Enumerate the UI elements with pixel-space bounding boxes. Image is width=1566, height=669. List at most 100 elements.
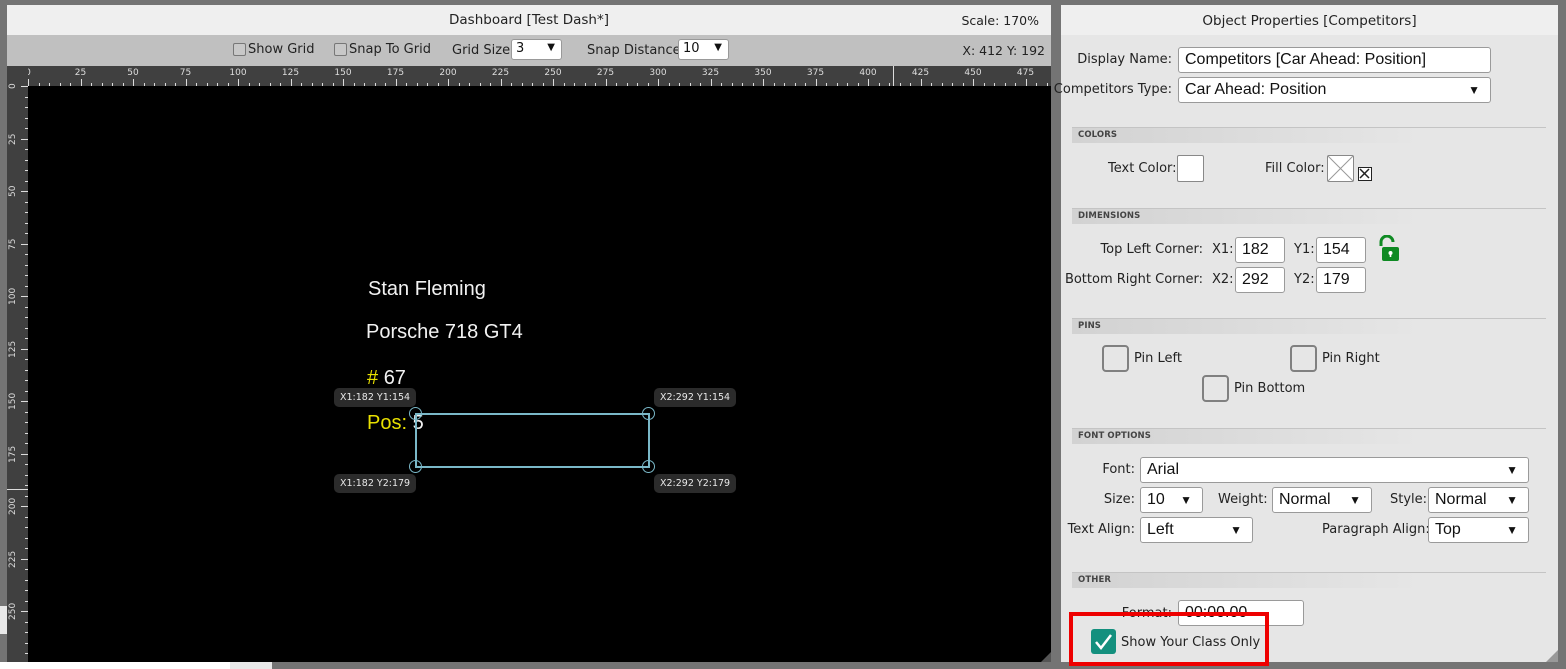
ruler-label: 400 <box>859 68 877 78</box>
unlocked-lock-icon[interactable] <box>1377 235 1403 263</box>
resize-handle-bottom-left[interactable] <box>409 460 422 473</box>
background-window-fragment <box>0 606 7 634</box>
ruler-tick <box>21 558 28 560</box>
ruler-label: 175 <box>386 68 405 78</box>
display-name-input[interactable]: Competitors [Car Ahead: Position] <box>1178 47 1491 73</box>
ruler-tick <box>80 79 82 86</box>
chevron-down-icon: ▼ <box>1468 83 1480 97</box>
y1-label: Y1: <box>1294 242 1315 257</box>
display-name-label: Display Name: <box>1077 52 1172 67</box>
ruler-tick <box>868 79 869 86</box>
show-grid-label: Show Grid <box>248 42 315 57</box>
y2-label: Y2: <box>1294 272 1315 287</box>
resize-handle-top-right[interactable] <box>642 407 655 420</box>
section-other: OTHER <box>1072 572 1546 588</box>
ruler-label: 350 <box>754 68 772 78</box>
x1-input[interactable]: 182 <box>1235 237 1285 263</box>
text-color-swatch[interactable] <box>1177 155 1204 182</box>
ruler-label: 475 <box>1016 68 1035 78</box>
paragraph-align-value: Top <box>1435 521 1461 538</box>
ruler-tick <box>21 191 28 192</box>
style-select[interactable]: Normal ▼ <box>1428 487 1529 513</box>
top-left-corner-label: Top Left Corner: <box>1100 242 1203 257</box>
snap-to-grid-box[interactable] <box>334 43 347 56</box>
ruler-tick <box>395 79 397 86</box>
clear-x-icon <box>1359 168 1370 179</box>
ruler-label: 25 <box>74 68 87 78</box>
snap-to-grid-label: Snap To Grid <box>349 42 431 57</box>
chevron-down-icon: ▼ <box>1506 523 1518 537</box>
editor-title: Dashboard [Test Dash*] <box>449 12 609 28</box>
ruler-label: 175 <box>8 445 18 463</box>
ruler-label: 100 <box>8 287 18 305</box>
bottom-right-corner-label: Bottom Right Corner: <box>1064 272 1203 287</box>
pin-right-label: Pin Right <box>1322 351 1380 366</box>
ruler-tick <box>21 401 28 402</box>
y1-input[interactable]: 154 <box>1316 237 1366 263</box>
grid-size-select[interactable]: 3 ▼ <box>511 39 562 60</box>
pin-bottom-checkbox[interactable] <box>1202 375 1229 402</box>
ruler-cursor-indicator-x <box>893 66 895 86</box>
size-label: Size: <box>1103 492 1135 507</box>
resize-handle-top-left[interactable] <box>409 407 422 420</box>
size-select[interactable]: 10 ▼ <box>1140 487 1203 513</box>
chevron-down-icon: ▼ <box>1506 493 1518 507</box>
ruler-label: 325 <box>701 68 720 78</box>
ruler-tick <box>21 86 28 87</box>
chevron-down-icon: ▼ <box>1180 493 1192 507</box>
background-window-strip <box>0 662 230 669</box>
show-grid-box[interactable] <box>233 43 246 56</box>
pin-left-checkbox[interactable] <box>1102 345 1129 372</box>
size-value: 10 <box>1147 491 1165 508</box>
section-font-options: FONT OPTIONS <box>1072 428 1546 444</box>
text-align-select[interactable]: Left ▼ <box>1140 517 1253 543</box>
car-number-text[interactable]: # 67 <box>367 367 406 390</box>
weight-select[interactable]: Normal ▼ <box>1272 487 1372 513</box>
competitors-type-select[interactable]: Car Ahead: Position ▼ <box>1178 77 1491 103</box>
ruler-cursor-indicator-y <box>7 489 28 491</box>
ruler-tick <box>973 79 974 86</box>
pin-right-checkbox[interactable] <box>1290 345 1317 372</box>
resize-handle-bottom-right[interactable] <box>642 460 655 473</box>
style-label: Style: <box>1390 492 1428 507</box>
y2-input[interactable]: 179 <box>1316 267 1366 293</box>
selection-rectangle[interactable] <box>415 413 650 468</box>
resize-grip-icon[interactable] <box>1546 650 1558 662</box>
paragraph-align-select[interactable]: Top ▼ <box>1428 517 1529 543</box>
x2-input[interactable]: 292 <box>1235 267 1285 293</box>
highlight-annotation <box>1069 612 1269 666</box>
fill-color-swatch[interactable] <box>1327 155 1354 182</box>
ruler-tick <box>21 611 28 612</box>
chevron-down-icon: ▼ <box>547 42 555 53</box>
ruler-tick <box>21 138 28 140</box>
ruler-label: 200 <box>439 68 457 78</box>
car-number-value: 67 <box>383 367 406 389</box>
ruler-tick <box>28 79 29 86</box>
style-value: Normal <box>1435 491 1487 508</box>
ruler-tick <box>710 79 712 86</box>
cursor-coordinates: X: 412 Y: 192 <box>962 43 1045 58</box>
ruler-label: 75 <box>8 238 18 250</box>
ruler-label: 0 <box>8 83 18 89</box>
car-model-text[interactable]: Porsche 718 GT4 <box>366 321 523 344</box>
ruler-tick <box>21 296 28 297</box>
properties-title: Object Properties [Competitors] <box>1061 5 1558 35</box>
section-dimensions: DIMENSIONS <box>1072 208 1546 224</box>
clear-fill-button[interactable] <box>1358 167 1372 181</box>
snap-to-grid-checkbox[interactable]: Snap To Grid <box>334 42 431 57</box>
ruler-label: 300 <box>649 68 667 78</box>
competitors-type-value: Car Ahead: Position <box>1185 81 1327 98</box>
object-properties-panel: Object Properties [Competitors] Display … <box>1054 5 1558 662</box>
font-select[interactable]: Arial ▼ <box>1140 457 1529 483</box>
ruler-tick <box>21 453 28 455</box>
section-colors-label: COLORS <box>1078 130 1118 140</box>
snap-distance-select[interactable]: 10 ▼ <box>678 39 729 60</box>
driver-name-text[interactable]: Stan Fleming <box>368 278 486 301</box>
ruler-tick <box>343 79 344 86</box>
ruler-label: 250 <box>544 68 562 78</box>
show-grid-checkbox[interactable]: Show Grid <box>233 42 315 57</box>
resize-grip-icon[interactable] <box>1041 652 1051 662</box>
dashboard-canvas[interactable]: Stan Fleming Porsche 718 GT4 # 67 Pos: 5… <box>28 86 1051 662</box>
ruler-tick <box>920 79 922 86</box>
ruler-label: 125 <box>8 340 18 358</box>
